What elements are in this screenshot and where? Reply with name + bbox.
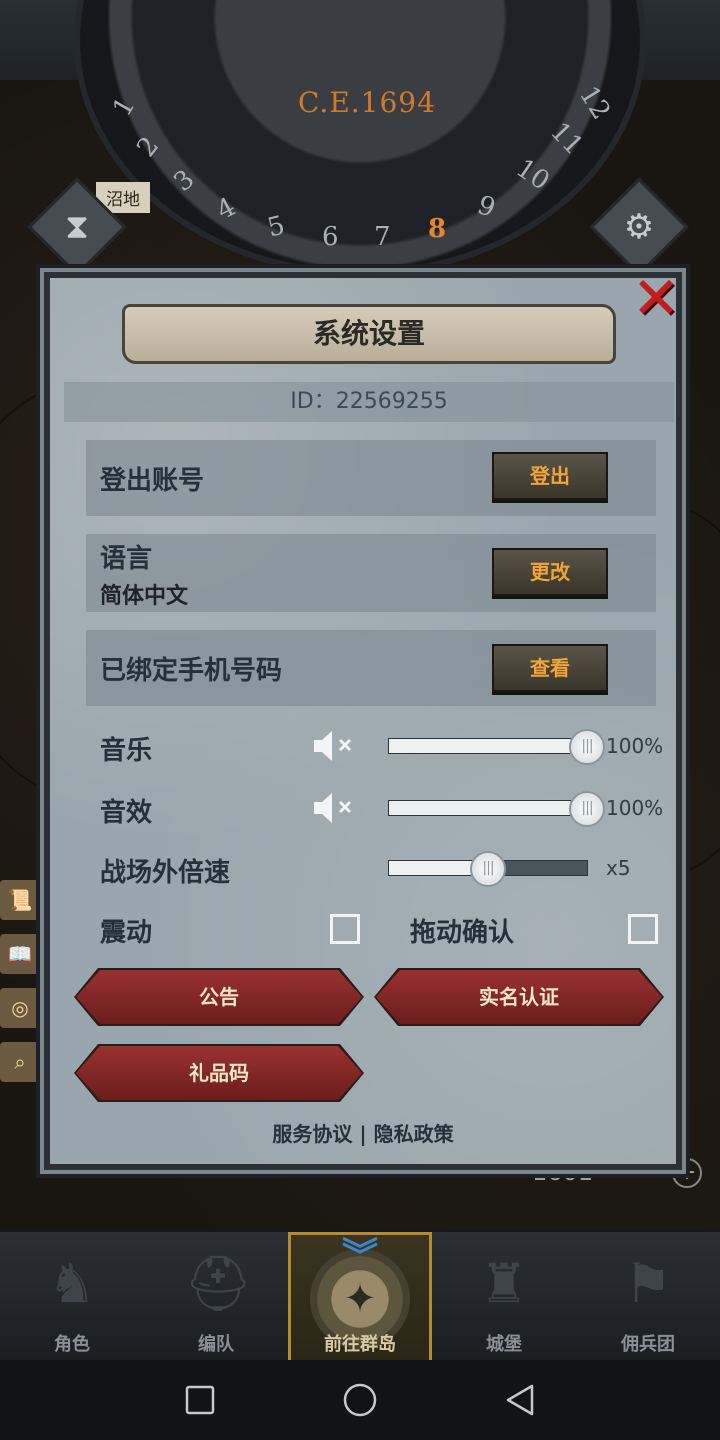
back-button[interactable]	[498, 1378, 542, 1422]
chevron-down-icon: ︾	[341, 1236, 379, 1277]
search-icon[interactable]: ⌕	[0, 1042, 40, 1082]
link-separator: |	[359, 1122, 367, 1146]
hourglass-icon: ⧗	[65, 207, 89, 247]
view-phone-button[interactable]: 查看	[492, 644, 608, 692]
music-slider-fill	[389, 739, 587, 753]
triangle-back-icon	[506, 1384, 534, 1416]
nav-item-castle[interactable]: ♜ 城堡	[432, 1232, 576, 1362]
target-icon[interactable]: ◎	[0, 988, 40, 1028]
speed-value: x5	[606, 856, 631, 880]
legal-links: 服务协议 | 隐私政策	[50, 1118, 676, 1147]
mute-sfx-icon[interactable]	[312, 790, 358, 826]
helmet-icon: ⛑	[184, 1252, 253, 1315]
bottom-nav: ♞ 角色 ⛑ 编队 ︾ ✦ 前往群岛 ♜ 城堡 ⚑ 佣兵团	[0, 1230, 720, 1362]
banner-icon: ⚑	[623, 1252, 673, 1315]
speed-slider-handle[interactable]: |||	[470, 851, 506, 887]
sfx-value: 100%	[606, 796, 664, 820]
music-slider-handle[interactable]: |||	[569, 729, 605, 765]
system-navigation-bar	[0, 1360, 720, 1440]
nav-label: 前往群岛	[324, 1334, 396, 1355]
speed-slider[interactable]: |||	[388, 851, 588, 887]
scroll-icon[interactable]: 📜	[0, 880, 40, 920]
sfx-slider-fill	[389, 801, 587, 815]
settings-dialog: ✕ 系统设置 ID：22569255 登出账号 登出 语言 简体中文 更改 已绑…	[44, 269, 684, 1170]
square-icon	[185, 1385, 215, 1415]
music-value: 100%	[606, 734, 664, 758]
language-label: 语言	[100, 544, 153, 574]
giftcode-button[interactable]: 礼品码	[76, 1046, 362, 1100]
sfx-label: 音效	[100, 798, 153, 828]
speed-label: 战场外倍速	[100, 858, 231, 888]
dial-number: 6	[322, 222, 339, 252]
circle-icon	[343, 1383, 377, 1417]
recent-apps-button[interactable]	[178, 1378, 222, 1422]
book-icon[interactable]: 📖	[0, 934, 40, 974]
nav-item-islands[interactable]: ︾ ✦ 前往群岛	[288, 1232, 432, 1362]
terms-link[interactable]: 服务协议	[272, 1122, 352, 1146]
logout-card: 登出账号 登出	[86, 440, 656, 516]
change-language-button[interactable]: 更改	[492, 548, 608, 596]
close-button[interactable]: ✕	[628, 269, 684, 328]
player-id: ID：22569255	[64, 382, 674, 422]
era-label: C.E.1694	[298, 86, 436, 119]
close-icon: ✕	[631, 264, 681, 332]
home-button[interactable]	[338, 1378, 382, 1422]
drag-confirm-label: 拖动确认	[410, 918, 515, 948]
nav-label: 编队	[198, 1334, 234, 1355]
music-label: 音乐	[100, 736, 153, 766]
nav-item-formation[interactable]: ⛑ 编队	[144, 1232, 288, 1362]
announcement-button[interactable]: 公告	[76, 970, 362, 1024]
nav-item-character[interactable]: ♞ 角色	[0, 1232, 144, 1362]
sfx-slider[interactable]: |||	[388, 791, 605, 827]
nav-label: 佣兵团	[621, 1334, 675, 1355]
phone-label: 已绑定手机号码	[100, 656, 283, 686]
language-value: 简体中文	[100, 584, 189, 609]
nav-label: 城堡	[486, 1334, 522, 1355]
drag-confirm-checkbox[interactable]	[628, 914, 658, 944]
nav-label: 角色	[54, 1334, 90, 1355]
privacy-link[interactable]: 隐私政策	[374, 1122, 454, 1146]
music-slider[interactable]: |||	[388, 729, 605, 765]
vibration-label: 震动	[100, 918, 153, 948]
realname-button[interactable]: 实名认证	[376, 970, 662, 1024]
vibration-checkbox[interactable]	[330, 914, 360, 944]
knight-icon: ♞	[47, 1252, 97, 1315]
dial-number-current: 8	[428, 214, 447, 244]
castle-icon: ♜	[479, 1252, 529, 1315]
gear-icon: ⚙	[623, 207, 655, 247]
dialog-title: 系统设置	[122, 304, 616, 364]
sfx-slider-handle[interactable]: |||	[569, 791, 605, 827]
mute-music-icon[interactable]	[312, 728, 358, 764]
nav-item-mercenary[interactable]: ⚑ 佣兵团	[576, 1232, 720, 1362]
language-card: 语言 简体中文 更改	[86, 534, 656, 612]
logout-button[interactable]: 登出	[492, 452, 608, 500]
side-shortcuts: 📜 📖 ◎ ⌕	[0, 880, 44, 1096]
logout-label: 登出账号	[100, 466, 205, 496]
phone-card: 已绑定手机号码 查看	[86, 630, 656, 706]
dial-number: 7	[374, 222, 391, 252]
